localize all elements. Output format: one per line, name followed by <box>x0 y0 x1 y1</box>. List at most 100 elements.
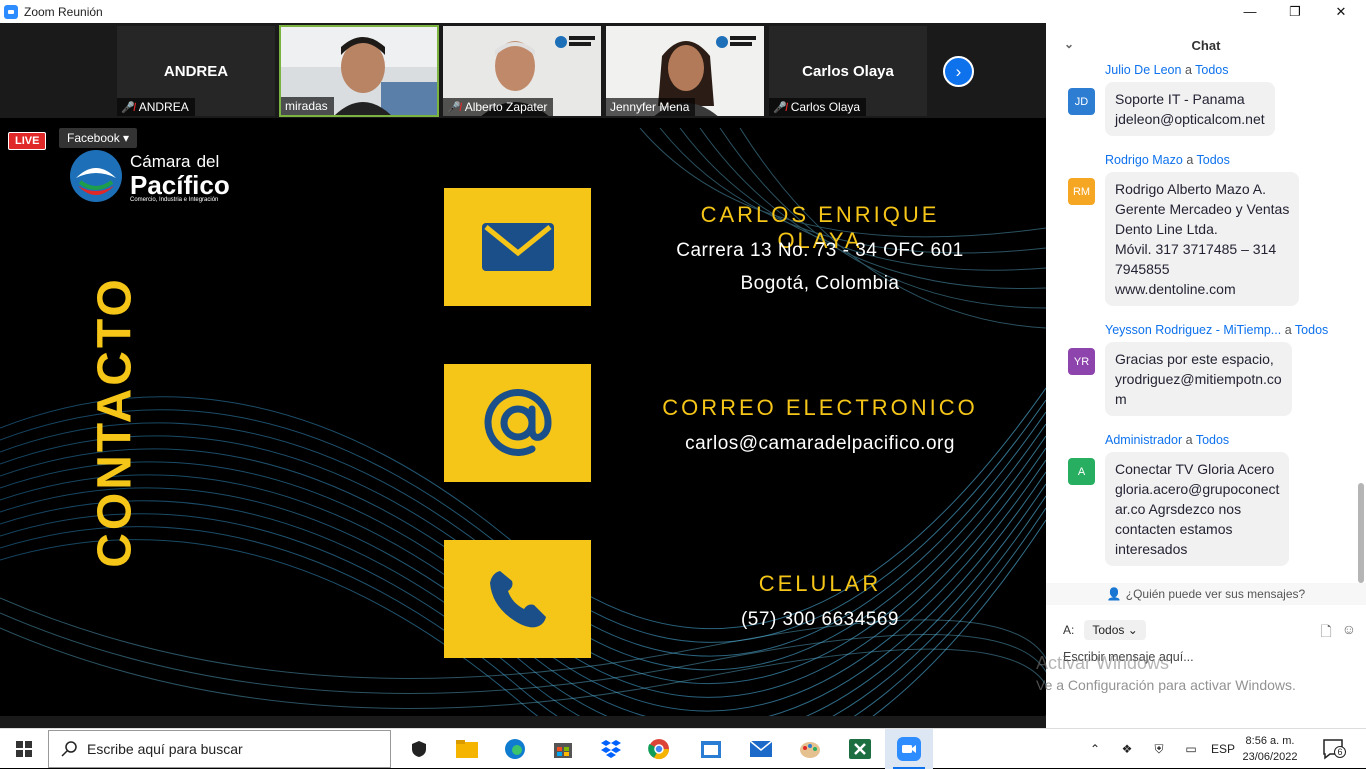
task-view-icon[interactable] <box>395 729 443 769</box>
outlook-calendar-icon[interactable] <box>687 729 735 769</box>
phone-icon <box>489 571 546 628</box>
window-title: Zoom Reunión <box>24 4 103 19</box>
file-explorer-icon[interactable] <box>443 729 491 769</box>
participant-strip: ANDREA 🎤̸ ANDREA miradas 🎤̸ Alberto Zapa… <box>0 23 1046 118</box>
chevron-down-icon[interactable]: ⌄ <box>1064 37 1074 51</box>
message-line: www.dentoline.com <box>1115 281 1236 297</box>
sender-name[interactable]: Julio De Leon <box>1105 63 1181 77</box>
who-can-see-text: ¿Quién puede ver sus mensajes? <box>1125 587 1306 601</box>
participant-tile[interactable]: Jennyfer Mena <box>605 25 765 117</box>
participant-name: miradas <box>285 99 328 113</box>
mail-icon[interactable] <box>737 729 785 769</box>
chevron-right-icon: › <box>955 61 962 81</box>
title-bar: Zoom Reunión — ❐ ✕ <box>0 0 1366 23</box>
message-line: ar.co Agrsdezco nos <box>1115 501 1242 517</box>
camara-del-pacifico-logo: Cámara del Pacífico Comercio, Industria … <box>68 148 230 204</box>
recipient-value: Todos <box>1092 623 1125 637</box>
microsoft-store-icon[interactable] <box>539 729 587 769</box>
dropbox-icon[interactable] <box>587 729 635 769</box>
recipient-name: Todos <box>1196 153 1230 167</box>
email-icon-box <box>444 364 591 482</box>
to-word: a <box>1185 433 1193 447</box>
close-window-button[interactable]: ✕ <box>1318 0 1364 23</box>
language-indicator[interactable]: ESP <box>1208 729 1238 769</box>
taskbar-search[interactable]: Escribe aquí para buscar <box>48 730 391 768</box>
message-line: Dento Line Ltda. <box>1115 221 1218 237</box>
to-word: a <box>1186 153 1194 167</box>
participant-display-name: Carlos Olaya <box>802 63 894 80</box>
avatar: JD <box>1068 88 1095 115</box>
next-participants-button[interactable]: › <box>943 56 974 87</box>
chat-scrollbar[interactable] <box>1358 68 1364 583</box>
at-sign-icon <box>484 389 552 456</box>
participant-name-tag: miradas <box>281 97 334 115</box>
message-line: 7945855 <box>1115 261 1170 277</box>
to-word: a <box>1284 323 1292 337</box>
chrome-icon[interactable] <box>635 729 683 769</box>
mic-muted-icon: 🎤̸ <box>447 101 461 114</box>
chat-tools: 🗋 ☺ <box>1320 621 1356 645</box>
minimize-button[interactable]: — <box>1227 0 1273 23</box>
participant-name-tag: 🎤̸ Carlos Olaya <box>769 98 867 116</box>
participant-tile[interactable]: 🎤̸ Alberto Zapater <box>442 25 602 117</box>
paint-icon[interactable] <box>786 729 834 769</box>
message-line: Móvil. 317 3717485 – 314 <box>1115 241 1277 257</box>
logo-line2: Pacífico <box>130 170 230 200</box>
contact-address-line1: Carrera 13 No. 73 - 34 OFC 601 <box>676 240 964 261</box>
to-label: A: <box>1063 623 1075 637</box>
person-icon: 👤 <box>1106 587 1122 601</box>
participant-name-tag: 🎤̸ Alberto Zapater <box>443 98 554 116</box>
notification-count: 6 <box>1334 746 1346 758</box>
message-line: Gerente Mercadeo y Ventas <box>1115 201 1290 217</box>
message-line: Soporte IT - Panama <box>1115 91 1245 107</box>
contact-email: carlos@camaradelpacifico.org <box>685 433 955 454</box>
search-placeholder: Escribe aquí para buscar <box>87 741 243 757</box>
mail-icon-box <box>444 188 591 306</box>
maximize-button[interactable]: ❐ <box>1272 0 1318 23</box>
system-clock[interactable]: 8:56 a. m. 23/06/2022 <box>1240 733 1300 765</box>
chat-message-header: Julio De Leon a Todos <box>1105 63 1229 77</box>
sender-name[interactable]: Administrador <box>1105 433 1182 447</box>
recipient-name: Todos <box>1195 433 1230 447</box>
notifications-button[interactable]: 6 <box>1322 738 1346 760</box>
participant-name: Jennyfer Mena <box>610 100 690 114</box>
participant-name: Alberto Zapater <box>464 100 548 114</box>
search-icon <box>61 741 77 757</box>
mic-muted-icon: 🎤̸ <box>773 101 787 114</box>
scrollbar-thumb[interactable] <box>1358 483 1364 583</box>
chat-bubble: Rodrigo Alberto Mazo A. Gerente Mercadeo… <box>1105 172 1300 306</box>
recipient-dropdown[interactable]: Todos ⌄ <box>1084 620 1146 640</box>
start-button[interactable] <box>0 729 48 769</box>
sender-name[interactable]: Rodrigo Mazo <box>1105 153 1183 167</box>
security-tray-icon[interactable]: ⛨ <box>1148 729 1170 769</box>
contact-phone: (57) 300 6634569 <box>740 609 899 630</box>
to-word: a <box>1184 63 1192 77</box>
meeting-controls-bar <box>0 716 1046 728</box>
chat-bubble: Soporte IT - Panama jdeleon@opticalcom.n… <box>1105 82 1275 136</box>
sender-name[interactable]: Yeysson Rodriguez - MiTiemp... <box>1105 323 1281 337</box>
battery-icon[interactable]: ▭ <box>1180 729 1202 769</box>
message-line: m <box>1115 391 1127 407</box>
zoom-taskbar-icon[interactable] <box>885 729 933 769</box>
contact-address-line2: Bogotá, Colombia <box>740 273 900 294</box>
logo-line1-b: del <box>196 152 220 171</box>
participant-tile[interactable]: Carlos Olaya 🎤̸ Carlos Olaya <box>768 25 928 117</box>
message-line: jdeleon@opticalcom.net <box>1115 111 1265 127</box>
chat-header: ⌄ Chat <box>1046 23 1366 67</box>
excel-icon[interactable] <box>836 729 884 769</box>
activate-windows-title: Activar Windows <box>1036 653 1170 673</box>
participant-tile[interactable]: ANDREA 🎤̸ ANDREA <box>116 25 276 117</box>
edge-browser-icon[interactable] <box>491 729 539 769</box>
participant-name: ANDREA <box>138 100 189 114</box>
chevron-up-icon[interactable]: ⌃ <box>1084 729 1106 769</box>
live-platform-dropdown[interactable]: Facebook ▾ <box>59 128 138 148</box>
who-can-see-link[interactable]: 👤 ¿Quién puede ver sus mensajes? <box>1046 583 1366 605</box>
emoji-icon[interactable]: ☺ <box>1342 621 1356 645</box>
participant-name: Carlos Olaya <box>790 100 861 114</box>
chat-message-header: Yeysson Rodriguez - MiTiemp... a Todos <box>1105 323 1328 337</box>
logo-line1: Cámara <box>130 152 191 171</box>
participant-tile-active[interactable]: miradas <box>279 25 439 117</box>
file-icon[interactable]: 🗋 <box>1320 621 1331 645</box>
dropbox-tray-icon[interactable]: ❖ <box>1116 729 1138 769</box>
envelope-icon <box>481 223 554 271</box>
